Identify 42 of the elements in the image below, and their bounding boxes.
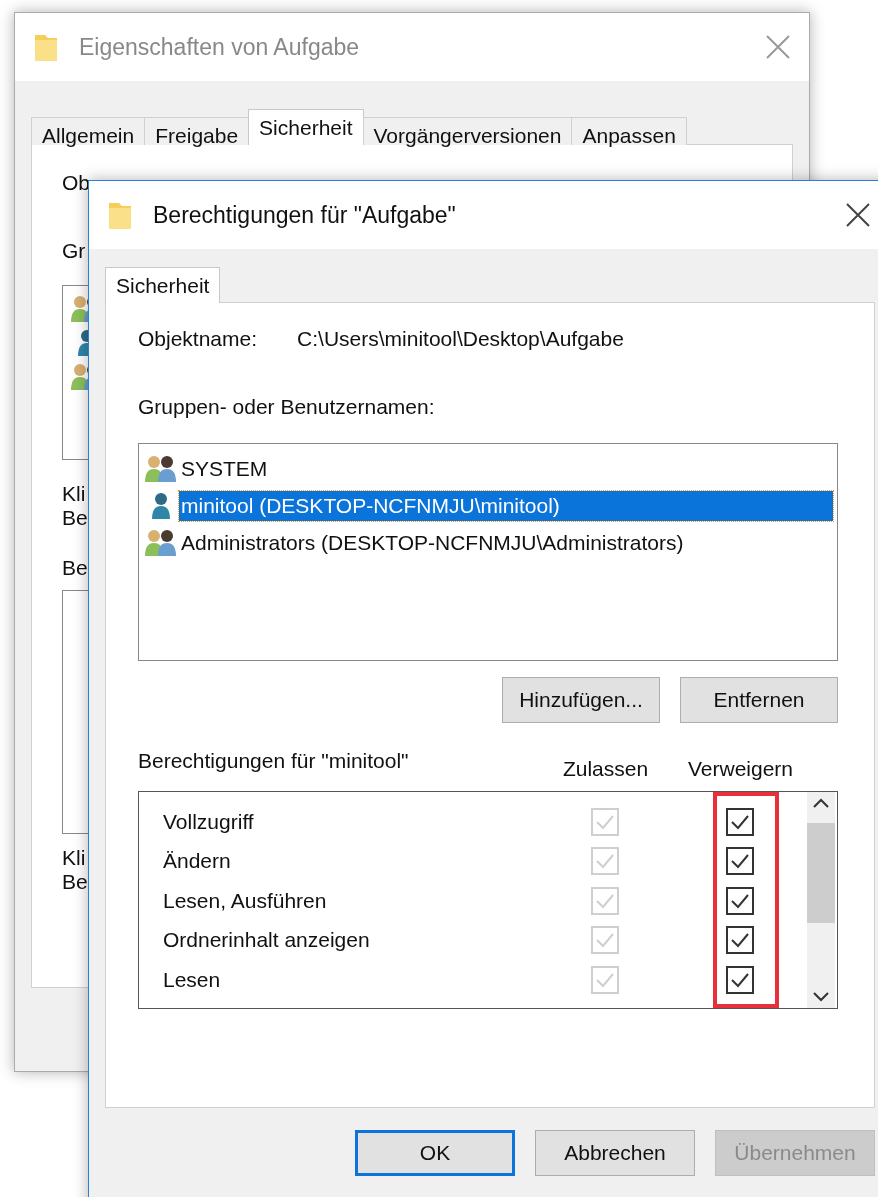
tab[interactable]: Freigabe (144, 117, 250, 145)
button[interactable]: OK (355, 1130, 515, 1176)
hint-text: Be (62, 870, 88, 894)
column-header: Verweigern (686, 757, 795, 781)
tab[interactable]: Sicherheit (248, 109, 364, 145)
tab[interactable]: Allgemein (31, 117, 146, 145)
object-path: C:\Users\minitool\Desktop\Aufgabe (297, 327, 624, 351)
users-icon (143, 453, 179, 484)
close-icon[interactable] (845, 202, 871, 228)
window-title: Eigenschaften von Aufgabe (79, 33, 361, 61)
checkbox[interactable] (725, 807, 754, 836)
button[interactable]: Hinzufügen... (502, 677, 660, 723)
hint-text: Be (62, 506, 88, 530)
hint-text: Kli (62, 482, 86, 506)
permission-name: Vollzugriff (163, 809, 255, 834)
field-label: Gr (62, 239, 86, 263)
checkbox[interactable] (725, 926, 754, 955)
hint-text: Kli (62, 846, 86, 870)
field-label: Objektname: (138, 327, 258, 351)
field-label: Berechtigungen für "minitool" (138, 749, 410, 773)
users-icon (143, 527, 179, 558)
checkbox[interactable] (725, 965, 754, 994)
window-title: Berechtigungen für "Aufgabe" (153, 201, 457, 229)
list-item[interactable]: SYSTEM (179, 453, 270, 484)
tab[interactable]: Anpassen (571, 117, 687, 145)
permission-name: Ordnerinhalt anzeigen (163, 928, 371, 953)
button[interactable]: Entfernen (680, 677, 838, 723)
field-label: Be (62, 556, 88, 580)
permission-name: Lesen (163, 967, 222, 992)
tab[interactable]: Vorgängerversionen (362, 117, 573, 145)
scrollbar[interactable] (807, 792, 835, 1008)
list-item[interactable]: minitool (DESKTOP-NCFNMJU\minitool) (179, 490, 833, 521)
scroll-thumb[interactable] (807, 822, 835, 923)
list-item[interactable]: Administrators (DESKTOP-NCFNMJU\Administrators) (179, 527, 686, 558)
tab[interactable]: Sicherheit (105, 267, 221, 303)
column-header: Zulassen (561, 757, 650, 781)
permission-name: Lesen, Ausführen (163, 888, 328, 913)
checkbox[interactable] (725, 886, 754, 915)
checkbox[interactable] (725, 847, 754, 876)
permission-name: Ändern (163, 849, 232, 874)
button[interactable]: Abbrechen (535, 1130, 695, 1176)
field-label: Gruppen- oder Benutzernamen: (138, 395, 435, 419)
